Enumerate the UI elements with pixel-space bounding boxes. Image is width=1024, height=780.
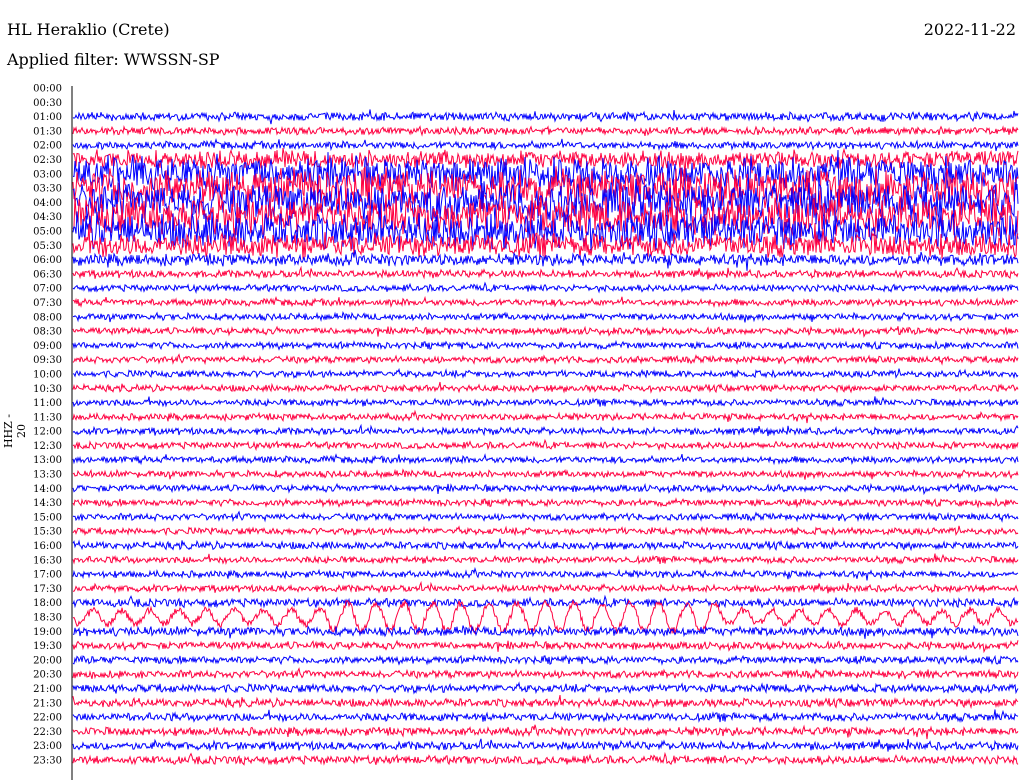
time-tick-label: 07:30 (33, 298, 62, 309)
trace-line-0730 (72, 295, 1019, 308)
time-tick-label: 18:30 (33, 613, 62, 624)
trace-line-2030 (72, 667, 1019, 680)
trace-line-1130 (72, 409, 1019, 424)
time-tick-label: 22:30 (33, 727, 62, 738)
time-tick-label: 20:00 (33, 655, 62, 666)
time-tick-label: 19:30 (33, 641, 62, 652)
trace-line-0700 (72, 281, 1019, 294)
trace-line-2300 (72, 738, 1019, 752)
time-tick-label: 11:00 (33, 398, 62, 409)
trace-line-0930 (72, 353, 1019, 366)
time-tick-label: 10:30 (33, 384, 62, 395)
time-tick-label: 21:30 (33, 698, 62, 709)
time-tick-label: 13:00 (33, 455, 62, 466)
trace-line-1500 (72, 510, 1019, 523)
time-tick-label: 06:00 (33, 255, 62, 266)
time-tick-label: 04:00 (33, 198, 62, 209)
time-tick-label: 15:30 (33, 527, 62, 538)
trace-line-1330 (72, 468, 1019, 480)
time-tick-label: 14:30 (33, 498, 62, 509)
time-tick-label: 06:30 (33, 269, 62, 280)
time-tick-label: 01:00 (33, 112, 62, 123)
time-tick-label: 01:30 (33, 126, 62, 137)
trace-line-0800 (72, 310, 1019, 323)
time-tick-label: 21:00 (33, 684, 62, 695)
trace-line-2000 (72, 654, 1019, 666)
time-tick-label: 19:00 (33, 627, 62, 638)
trace-line-1700 (72, 566, 1019, 581)
time-tick-label: 03:00 (33, 169, 62, 180)
trace-line-1730 (73, 580, 1019, 594)
trace-line-2330 (72, 751, 1019, 766)
time-tick-label: 05:30 (33, 241, 62, 252)
time-tick-label: 14:00 (33, 484, 62, 495)
time-tick-label: 08:30 (33, 327, 62, 338)
trace-line-1300 (72, 453, 1019, 466)
time-tick-label: 13:30 (33, 470, 62, 481)
time-tick-label: 02:30 (33, 155, 62, 166)
trace-line-1100 (72, 396, 1019, 408)
trace-line-1400 (72, 482, 1019, 496)
time-tick-label: 17:30 (33, 584, 62, 595)
time-tick-label: 00:30 (33, 98, 62, 109)
trace-line-1430 (72, 497, 1019, 509)
trace-line-1200 (72, 423, 1019, 437)
time-tick-label: 22:00 (33, 713, 62, 724)
time-tick-label: 05:00 (33, 226, 62, 237)
time-tick-label: 08:00 (33, 312, 62, 323)
time-tick-label: 02:00 (33, 141, 62, 152)
trace-line-2200 (72, 709, 1019, 724)
time-tick-label: 09:30 (33, 355, 62, 366)
time-tick-label: 11:30 (33, 412, 62, 423)
helicorder-plot: 00:00 00:30 01:00 01:30 02:00 02:30 03:00 03:30… (33, 84, 1019, 780)
trace-line-1230 (72, 438, 1019, 452)
trace-line-1030 (72, 381, 1019, 394)
time-tick-label: 12:00 (33, 427, 62, 438)
trace-line-0100 (72, 109, 1019, 125)
time-tick-label: 20:30 (33, 670, 62, 681)
trace-line-0130 (72, 124, 1019, 137)
time-tick-label: 15:00 (33, 512, 62, 523)
time-tick-label: 16:30 (33, 555, 62, 566)
trace-line-2130 (72, 695, 1019, 710)
time-tick-label: 09:00 (33, 341, 62, 352)
trace-line-1630 (72, 553, 1019, 565)
time-tick-label: 03:30 (33, 184, 62, 195)
time-tick-label: 12:30 (33, 441, 62, 452)
time-tick-label: 18:00 (33, 598, 62, 609)
time-tick-label: 07:00 (33, 284, 62, 295)
time-tick-label: 16:00 (33, 541, 62, 552)
trace-line-0830 (72, 325, 1019, 338)
trace-line-0900 (72, 339, 1019, 351)
trace-line-1930 (72, 639, 1019, 654)
trace-line-1600 (72, 538, 1019, 552)
time-tick-label: 23:00 (33, 741, 62, 752)
trace-line-0630 (72, 265, 1019, 280)
time-tick-label: 17:00 (33, 570, 62, 581)
time-tick-label: 00:00 (33, 84, 62, 95)
trace-line-1900 (72, 624, 1019, 639)
time-tick-label: 10:00 (33, 369, 62, 380)
trace-line-2100 (72, 681, 1019, 695)
trace-line-1000 (72, 367, 1019, 379)
time-tick-label: 04:30 (33, 212, 62, 223)
trace-line-2230 (72, 724, 1019, 740)
trace-line-0200 (72, 138, 1019, 152)
time-tick-label: 23:30 (33, 756, 62, 767)
trace-line-1530 (72, 525, 1019, 537)
